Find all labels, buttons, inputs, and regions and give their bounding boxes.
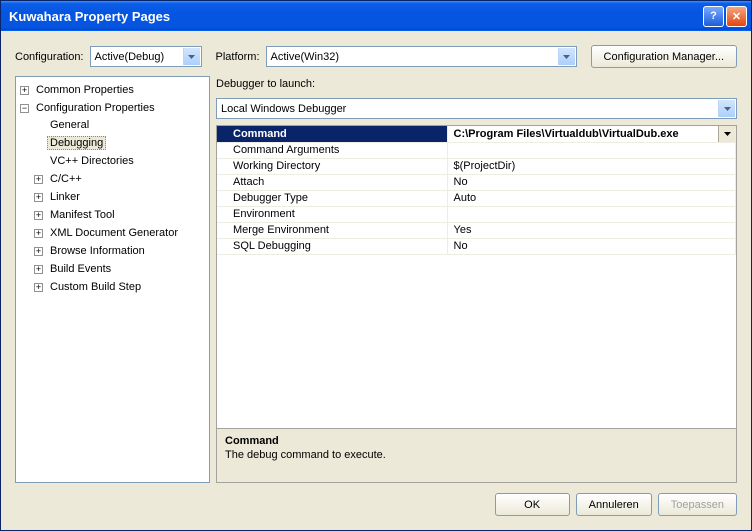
property-value[interactable]: Yes [447, 222, 736, 238]
tree-item-configuration-properties[interactable]: − Configuration Properties [18, 100, 207, 116]
ok-button[interactable]: OK [495, 493, 570, 516]
right-panel: Debugger to launch: Local Windows Debugg… [216, 76, 737, 483]
platform-combo[interactable]: Active(Win32) [266, 46, 577, 67]
chevron-down-icon [183, 48, 200, 65]
property-pages-window: Kuwahara Property Pages ? ✕ Configuratio… [0, 0, 752, 531]
tree-item-linker[interactable]: +Linker [32, 189, 207, 205]
expand-icon[interactable]: + [34, 229, 43, 238]
platform-value: Active(Win32) [271, 51, 339, 63]
configuration-label: Configuration: [15, 51, 84, 63]
property-row[interactable]: CommandC:\Program Files\Virtualdub\Virtu… [217, 126, 736, 142]
property-row[interactable]: SQL DebuggingNo [217, 238, 736, 254]
tree-item-manifest-tool[interactable]: +Manifest Tool [32, 207, 207, 223]
tree-item-browse-information[interactable]: +Browse Information [32, 243, 207, 259]
configuration-combo[interactable]: Active(Debug) [90, 46, 202, 67]
platform-label: Platform: [216, 51, 260, 63]
help-button[interactable]: ? [703, 6, 724, 27]
property-name: Command Arguments [217, 142, 447, 158]
property-name: Debugger Type [217, 190, 447, 206]
configuration-value: Active(Debug) [95, 51, 165, 63]
tree-item-common-properties[interactable]: + Common Properties [18, 82, 207, 98]
titlebar-buttons: ? ✕ [703, 6, 747, 27]
property-value[interactable]: No [447, 174, 736, 190]
configuration-manager-button[interactable]: Configuration Manager... [591, 45, 737, 68]
property-name: Merge Environment [217, 222, 447, 238]
close-button[interactable]: ✕ [726, 6, 747, 27]
tree-item-xml-document-generator[interactable]: +XML Document Generator [32, 225, 207, 241]
tree-item-debugging[interactable]: Debugging [32, 135, 207, 151]
titlebar[interactable]: Kuwahara Property Pages ? ✕ [1, 1, 751, 31]
close-icon: ✕ [732, 10, 741, 23]
property-value[interactable] [447, 142, 736, 158]
debugger-launch-combo[interactable]: Local Windows Debugger [216, 98, 737, 119]
property-name: Command [217, 126, 447, 142]
expand-icon[interactable]: + [34, 193, 43, 202]
property-row[interactable]: Merge EnvironmentYes [217, 222, 736, 238]
tree-view[interactable]: + Common Properties − Configuration Prop… [15, 76, 210, 483]
property-value[interactable]: No [447, 238, 736, 254]
debugger-launch-value: Local Windows Debugger [221, 103, 346, 115]
property-value[interactable]: Auto [447, 190, 736, 206]
collapse-icon[interactable]: − [20, 104, 29, 113]
chevron-down-icon [718, 100, 735, 117]
property-value[interactable] [447, 206, 736, 222]
tree-item-build-events[interactable]: +Build Events [32, 261, 207, 277]
content-area: + Common Properties − Configuration Prop… [1, 76, 751, 483]
property-row[interactable]: AttachNo [217, 174, 736, 190]
question-icon: ? [710, 10, 717, 22]
cancel-button[interactable]: Annuleren [576, 493, 652, 516]
property-row[interactable]: Working Directory$(ProjectDir) [217, 158, 736, 174]
debugger-launch-label: Debugger to launch: [216, 76, 737, 92]
tree-item-custom-build-step[interactable]: +Custom Build Step [32, 279, 207, 295]
property-name: Attach [217, 174, 447, 190]
property-grid-body[interactable]: CommandC:\Program Files\Virtualdub\Virtu… [217, 126, 736, 428]
property-value[interactable]: C:\Program Files\Virtualdub\VirtualDub.e… [447, 126, 736, 142]
property-value[interactable]: $(ProjectDir) [447, 158, 736, 174]
expand-icon[interactable]: + [34, 265, 43, 274]
chevron-down-icon [558, 48, 575, 65]
expand-icon[interactable]: + [20, 86, 29, 95]
property-grid: CommandC:\Program Files\Virtualdub\Virtu… [216, 125, 737, 483]
toolbar: Configuration: Active(Debug) Platform: A… [1, 31, 751, 76]
property-name: Environment [217, 206, 447, 222]
tree-item-general[interactable]: General [32, 117, 207, 133]
button-row: OK Annuleren Toepassen [1, 483, 751, 530]
description-title: Command [225, 435, 728, 447]
tree-item-vc-directories[interactable]: VC++ Directories [32, 153, 207, 169]
description-panel: Command The debug command to execute. [217, 428, 736, 482]
chevron-down-icon[interactable] [718, 126, 735, 142]
property-name: SQL Debugging [217, 238, 447, 254]
property-name: Working Directory [217, 158, 447, 174]
apply-button[interactable]: Toepassen [658, 493, 737, 516]
expand-icon[interactable]: + [34, 247, 43, 256]
description-text: The debug command to execute. [225, 449, 728, 461]
property-row[interactable]: Command Arguments [217, 142, 736, 158]
expand-icon[interactable]: + [34, 211, 43, 220]
expand-icon[interactable]: + [34, 283, 43, 292]
tree-item-cpp[interactable]: +C/C++ [32, 171, 207, 187]
expand-icon[interactable]: + [34, 175, 43, 184]
property-row[interactable]: Environment [217, 206, 736, 222]
property-row[interactable]: Debugger TypeAuto [217, 190, 736, 206]
window-title: Kuwahara Property Pages [9, 9, 703, 24]
